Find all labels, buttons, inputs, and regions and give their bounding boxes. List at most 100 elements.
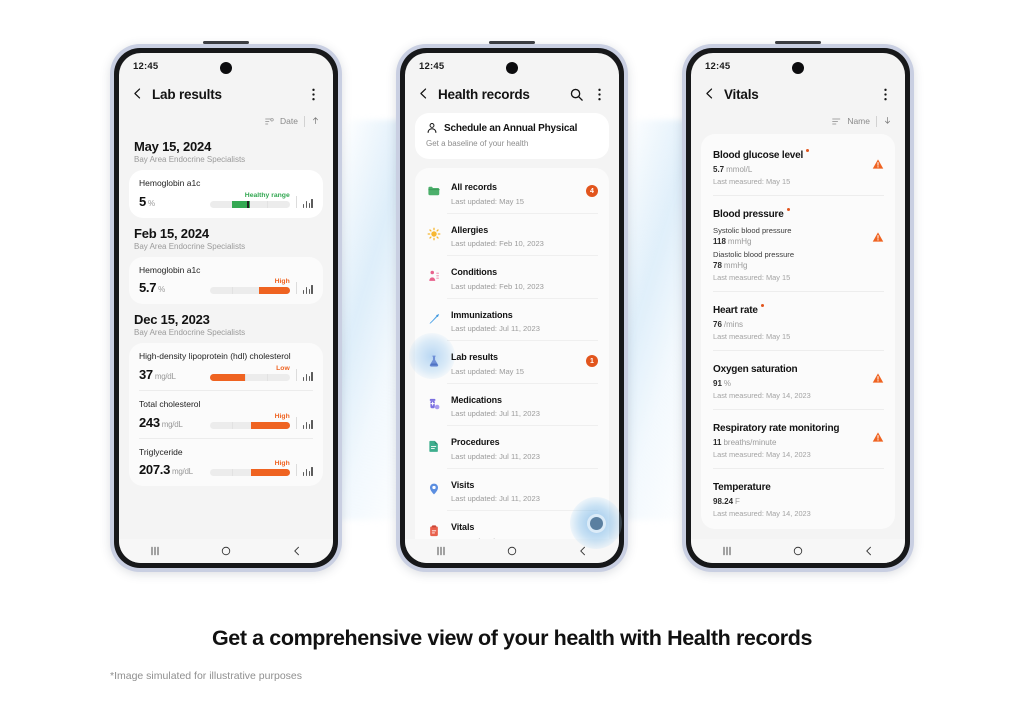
sort-icon[interactable]: [832, 117, 841, 126]
back-icon[interactable]: [291, 545, 303, 557]
chevron-left-icon[interactable]: [131, 87, 144, 102]
front-camera-punchhole: [220, 62, 232, 74]
record-category-list[interactable]: All records Last updated: May 15 4 Aller…: [409, 168, 609, 555]
chart-bars-icon[interactable]: [302, 465, 313, 477]
gauge-track: [209, 287, 290, 295]
phone-bezel: 12:45 Vitals Name Blood glucose level 5.…: [686, 40, 910, 568]
promo-stage: 12:45 Lab results Date May 15, 2024 Bay …: [0, 0, 1024, 711]
chart-bars-icon[interactable]: [302, 370, 313, 382]
status-badge: 4: [586, 185, 598, 198]
gauge-status-label: High: [274, 412, 290, 420]
list-item-procedures[interactable]: Procedures Last updated: Jul 11, 2023: [415, 425, 609, 468]
lab-card[interactable]: High-density lipoprotein (hdl) cholester…: [129, 343, 323, 487]
front-camera-punchhole: [506, 62, 518, 74]
gauge-track: [209, 373, 290, 381]
home-icon[interactable]: [220, 545, 232, 557]
value-number: 91: [713, 379, 722, 388]
warning-icon: [872, 371, 884, 383]
chart-bars-icon[interactable]: [302, 283, 313, 295]
warning-icon: [872, 157, 884, 169]
sort-label[interactable]: Name: [847, 116, 870, 126]
value-number: 5.7: [713, 165, 725, 174]
value-unit: %: [158, 285, 165, 295]
value-unit: breaths/minute: [723, 438, 777, 447]
list-item-allergies[interactable]: Allergies Last updated: Feb 10, 2023: [415, 212, 609, 256]
list-item-conditions[interactable]: Conditions Last updated: Feb 10, 2023: [415, 255, 609, 298]
arrow-up-icon[interactable]: [311, 116, 320, 126]
list-item-medications[interactable]: Medications Last updated: Jul 11, 2023: [415, 382, 609, 426]
list-item-label: Immunizations: [451, 309, 513, 320]
gauge-status-label: High: [274, 460, 290, 468]
lab-card[interactable]: Hemoglobin a1c 5.7% High: [129, 256, 323, 305]
lab-card[interactable]: Hemoglobin a1c 5% Healthy range: [129, 170, 323, 218]
lab-result-row[interactable]: Hemoglobin a1c 5% Healthy range: [139, 178, 313, 209]
chevron-left-icon[interactable]: [417, 87, 430, 102]
recents-icon[interactable]: [435, 545, 447, 557]
chart-bars-icon[interactable]: [302, 418, 313, 430]
page-title: Lab results: [152, 86, 222, 102]
list-item-immunizations[interactable]: Immunizations Last updated: Jul 11, 2023: [415, 297, 609, 341]
value-number: 98.24: [713, 497, 734, 506]
vital-oxygen-saturation[interactable]: Oxygen saturation 91% Last measured: May…: [701, 350, 895, 409]
pill-bottle-icon: [426, 396, 442, 412]
lab-result-row[interactable]: Hemoglobin a1c 5.7% High: [139, 265, 313, 295]
home-icon[interactable]: [792, 545, 804, 557]
group-provider: Bay Area Endocrine Specialists: [134, 155, 246, 164]
status-time: 12:45: [133, 60, 159, 72]
recents-icon[interactable]: [149, 545, 161, 557]
lab-result-row[interactable]: Triglyceride 207.3 mg/dL High: [139, 437, 313, 478]
vital-blood-pressure[interactable]: Blood pressure Systolic blood pressure 1…: [701, 195, 895, 291]
value-number: 78: [713, 261, 722, 270]
attention-dot-icon: [786, 207, 790, 211]
sort-divider: [876, 115, 877, 127]
arrow-down-icon[interactable]: [883, 116, 892, 126]
status-time: 12:45: [705, 60, 731, 72]
lab-gauge: Low: [182, 365, 290, 382]
more-vertical-icon[interactable]: [306, 87, 321, 102]
list-item-lab-results[interactable]: Lab results Last updated: May 15 1: [409, 333, 609, 383]
attention-dot-icon: [760, 303, 764, 307]
list-item-sub: Last updated: Jul 11, 2023: [451, 409, 540, 418]
chart-bars-icon[interactable]: [302, 197, 313, 209]
vital-body: Temperature 98.24 F Last measured: May 14…: [713, 477, 884, 518]
value-unit: %: [723, 379, 732, 388]
system-nav-bar: [119, 539, 333, 563]
lab-result-row[interactable]: Total cholesterol 243 mg/dL High: [139, 389, 313, 430]
search-icon[interactable]: [569, 87, 584, 102]
warning-icon: [872, 230, 884, 242]
vital-name: Temperature: [713, 482, 771, 493]
status-bar: 12:45: [405, 53, 619, 79]
value-unit: %: [147, 198, 155, 208]
gauge-status-label: High: [274, 278, 290, 286]
more-vertical-icon[interactable]: [592, 87, 607, 102]
gauge-track: [209, 200, 290, 208]
schedule-physical-header: Schedule an Annual Physical: [426, 122, 598, 134]
value-number: 11: [713, 438, 722, 447]
vital-body: Heart rate 76/mins Last measured: May 15: [713, 300, 884, 341]
lab-gauge: High: [199, 460, 290, 477]
home-icon[interactable]: [506, 545, 518, 557]
vitals-list[interactable]: Blood glucose level 5.7 mmol/L Last measu…: [701, 134, 895, 529]
vital-respiratory-rate[interactable]: Respiratory rate monitoring 11 breaths/mi…: [701, 409, 895, 468]
value-unit: mmHg: [727, 237, 752, 246]
sort-label[interactable]: Date: [280, 116, 298, 126]
chevron-left-icon[interactable]: [703, 87, 716, 102]
status-time: 12:45: [419, 60, 445, 72]
lab-result-row[interactable]: High-density lipoprotein (hdl) cholester…: [139, 351, 313, 382]
value-number: 207.3: [139, 462, 171, 478]
sort-icon[interactable]: [265, 117, 274, 126]
recents-icon[interactable]: [721, 545, 733, 557]
list-item-all-records[interactable]: All records Last updated: May 15 4: [415, 170, 609, 213]
more-vertical-icon[interactable]: [878, 87, 893, 102]
vital-blood-glucose[interactable]: Blood glucose level 5.7 mmol/L Last measu…: [701, 136, 895, 195]
vital-temperature[interactable]: Temperature 98.24 F Last measured: May 14…: [701, 468, 895, 527]
folder-icon: [426, 183, 442, 199]
vital-meta: Last measured: May 15: [713, 332, 791, 341]
lab-results-list[interactable]: May 15, 2024 Bay Area Endocrine Speciali…: [119, 139, 333, 487]
sort-control-row[interactable]: Date: [119, 111, 333, 131]
vital-heart-rate[interactable]: Heart rate 76/mins Last measured: May 15: [701, 291, 895, 350]
sort-control-row[interactable]: Name: [691, 111, 905, 131]
promo-disclaimer: *Image simulated for illustrative purpos…: [110, 670, 303, 682]
schedule-physical-card[interactable]: Schedule an Annual Physical Get a baseli…: [415, 113, 609, 159]
back-icon[interactable]: [863, 545, 875, 557]
